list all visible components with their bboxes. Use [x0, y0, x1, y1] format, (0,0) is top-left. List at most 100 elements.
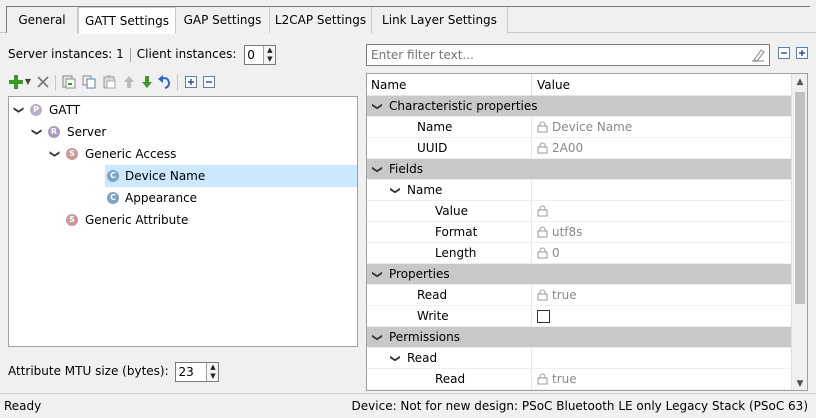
- import-icon[interactable]: [61, 73, 77, 91]
- property-name: Write: [417, 309, 449, 323]
- spin-down-icon[interactable]: ▼: [207, 372, 218, 381]
- column-divider: [531, 306, 532, 327]
- client-instances-spin-buttons[interactable]: ▲ ▼: [263, 45, 276, 64]
- scrollbar-thumb[interactable]: [795, 92, 805, 304]
- chevron-down-icon[interactable]: ❯: [367, 102, 388, 110]
- column-divider: [531, 138, 532, 159]
- column-header-name[interactable]: Name: [371, 74, 406, 96]
- dropdown-arrow-icon[interactable]: ▼: [23, 73, 33, 91]
- property-value-text: Device Name: [552, 120, 633, 134]
- profile-badge-icon: P: [30, 104, 42, 116]
- property-value-text: 0: [552, 246, 560, 260]
- chevron-down-icon[interactable]: ❯: [385, 186, 406, 194]
- collapse-all-icon[interactable]: [778, 47, 792, 61]
- tab-link-layer-settings[interactable]: Link Layer Settings: [372, 7, 508, 33]
- property-grid[interactable]: Name Value ❯ Characteristic properties Nam…: [366, 73, 808, 391]
- property-value[interactable]: true: [537, 369, 577, 390]
- chevron-down-icon[interactable]: ❯: [367, 165, 388, 173]
- scroll-up-icon[interactable]: ▲: [792, 74, 807, 90]
- client-instances-value: 0: [247, 47, 255, 62]
- expand-all-icon[interactable]: [796, 47, 810, 61]
- collapse-all-icon[interactable]: [201, 73, 217, 91]
- filter-box: [366, 44, 770, 66]
- property-value-text: true: [552, 372, 577, 386]
- clear-filter-icon[interactable]: [751, 48, 765, 62]
- mtu-spin-buttons[interactable]: ▲ ▼: [206, 362, 219, 381]
- property-value[interactable]: [537, 201, 552, 222]
- property-value[interactable]: true: [537, 285, 577, 306]
- lock-icon: [537, 289, 548, 300]
- property-name: Read: [417, 288, 448, 302]
- tab-general[interactable]: General: [6, 7, 78, 33]
- column-divider: [531, 159, 532, 180]
- property-name: Read: [435, 372, 466, 386]
- chevron-down-icon[interactable]: ❯: [367, 333, 388, 341]
- column-divider: [531, 264, 532, 285]
- move-up-icon[interactable]: [121, 73, 137, 91]
- chevron-down-icon[interactable]: ❯: [367, 270, 388, 278]
- property-value[interactable]: Device Name: [537, 117, 632, 138]
- property-category-row[interactable]: ❯ Fields: [367, 159, 792, 180]
- property-category-row[interactable]: ❯ Permissions: [367, 327, 792, 348]
- instances-separator: [129, 47, 131, 62]
- tree-node-gatt[interactable]: ❯ P GATT: [9, 99, 357, 121]
- tree-node-generic-access[interactable]: ❯ S Generic Access: [9, 143, 357, 165]
- tree-node-server[interactable]: ❯ R Server: [9, 121, 357, 143]
- property-row[interactable]: Write: [367, 306, 792, 327]
- property-row[interactable]: Value: [367, 201, 792, 222]
- lock-icon: [537, 226, 548, 237]
- tree-node-label: Appearance: [125, 191, 198, 205]
- property-row[interactable]: Format utf8s: [367, 222, 792, 243]
- tab-l2cap-settings[interactable]: L2CAP Settings: [270, 7, 372, 33]
- column-divider[interactable]: [531, 74, 532, 96]
- move-down-icon[interactable]: [139, 73, 155, 91]
- client-instances-label: Client instances:: [136, 47, 237, 61]
- property-row[interactable]: ❯ Name: [367, 180, 792, 201]
- spin-up-icon[interactable]: ▲: [207, 363, 218, 372]
- property-row[interactable]: ❯ Read: [367, 348, 792, 369]
- tree-node-device-name[interactable]: C Device Name: [105, 165, 357, 187]
- mtu-value: 23: [178, 364, 194, 379]
- tree-node-appearance[interactable]: C Appearance: [105, 187, 357, 209]
- filter-input[interactable]: [367, 45, 737, 65]
- chevron-down-icon[interactable]: ❯: [25, 126, 47, 138]
- chevron-down-icon[interactable]: ❯: [7, 104, 29, 116]
- property-value-text: 2A00: [552, 141, 584, 155]
- mtu-stepper[interactable]: 23 ▲ ▼: [175, 361, 220, 382]
- property-category-row[interactable]: ❯ Characteristic properties: [367, 96, 792, 117]
- property-value[interactable]: utf8s: [537, 222, 582, 243]
- write-checkbox[interactable]: [537, 310, 550, 323]
- column-divider: [531, 285, 532, 306]
- property-row[interactable]: Name Device Name: [367, 117, 792, 138]
- tab-bar: General GATT Settings GAP Settings L2CAP…: [0, 0, 816, 34]
- tab-gatt-settings[interactable]: GATT Settings: [78, 7, 176, 34]
- tab-gap-settings[interactable]: GAP Settings: [176, 7, 270, 33]
- tree-node-generic-attribute[interactable]: S Generic Attribute: [9, 209, 357, 231]
- property-row[interactable]: Read true: [367, 285, 792, 306]
- property-category-row[interactable]: ❯ Properties: [367, 264, 792, 285]
- property-row[interactable]: Length 0: [367, 243, 792, 264]
- property-value[interactable]: 0: [537, 243, 560, 264]
- property-row[interactable]: Read true: [367, 369, 792, 390]
- spin-up-icon[interactable]: ▲: [264, 46, 275, 55]
- vertical-scrollbar[interactable]: ▲ ▼: [791, 74, 807, 390]
- paste-icon[interactable]: [101, 73, 117, 91]
- property-value[interactable]: 2A00: [537, 138, 583, 159]
- spin-down-icon[interactable]: ▼: [264, 55, 275, 64]
- property-row[interactable]: UUID 2A00: [367, 138, 792, 159]
- client-instances-stepper[interactable]: 0 ▲ ▼: [244, 44, 277, 65]
- chevron-down-icon[interactable]: ❯: [385, 354, 406, 362]
- undo-icon[interactable]: [157, 73, 173, 91]
- property-name: Permissions: [389, 330, 460, 344]
- copy-icon[interactable]: [81, 73, 97, 91]
- add-icon[interactable]: [8, 73, 24, 91]
- delete-icon[interactable]: [35, 73, 51, 91]
- column-divider: [531, 348, 532, 369]
- property-name: Properties: [389, 267, 450, 281]
- chevron-down-icon[interactable]: ❯: [43, 148, 65, 160]
- expand-all-icon[interactable]: [183, 73, 199, 91]
- column-header-value[interactable]: Value: [537, 74, 570, 96]
- attribute-tree[interactable]: ❯ P GATT ❯ R Server ❯ S Generic Access C…: [8, 96, 358, 347]
- property-name: Characteristic properties: [389, 99, 538, 113]
- scroll-down-icon[interactable]: ▼: [792, 376, 807, 390]
